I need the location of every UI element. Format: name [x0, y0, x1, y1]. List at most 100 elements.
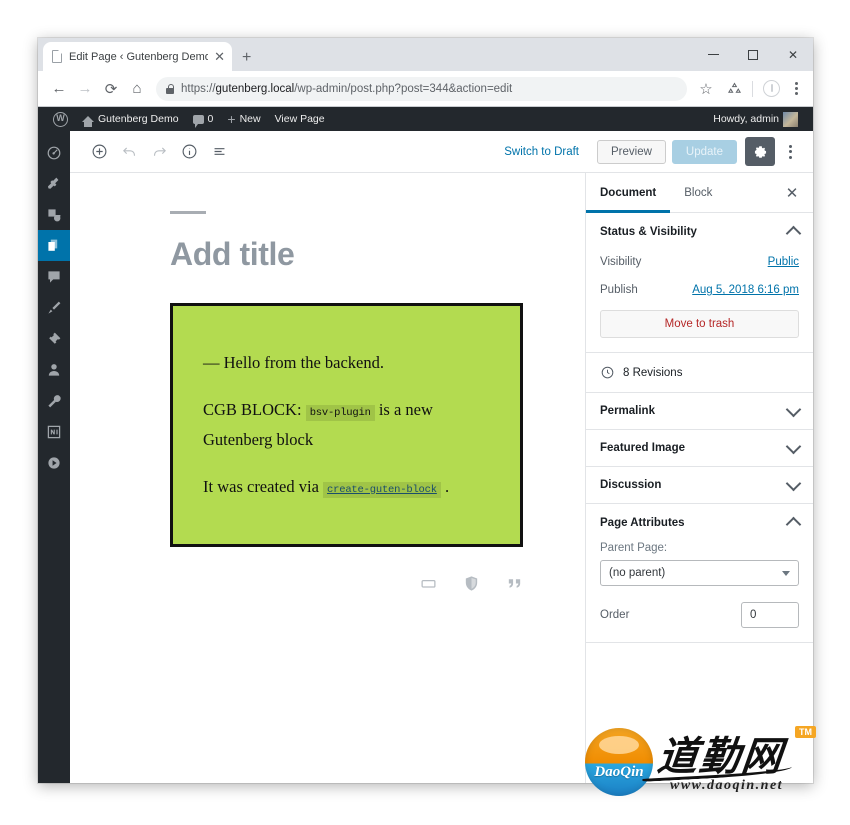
browser-tabstrip: Edit Page ‹ Gutenberg Demo — \ ✕ + ✕ [38, 38, 813, 71]
maximize-button[interactable] [733, 38, 773, 71]
parent-page-value: (no parent) [609, 567, 666, 579]
site-name-link[interactable]: Gutenberg Demo [75, 107, 186, 131]
panel-featured-image-header[interactable]: Featured Image [586, 430, 813, 466]
sidebar-item-plugins[interactable] [38, 323, 70, 354]
order-row: Order [600, 602, 799, 628]
sidebar-item-dashboard[interactable] [38, 137, 70, 168]
close-icon[interactable]: ✕ [214, 50, 225, 63]
parent-page-select[interactable]: (no parent) [600, 560, 799, 586]
sidebar-item-users[interactable] [38, 354, 70, 385]
sidebar-item-collapse[interactable] [38, 447, 70, 478]
wp-logo-menu[interactable] [46, 107, 75, 131]
settings-gear-icon[interactable] [745, 137, 775, 166]
howdy-label: Howdy, admin [713, 113, 779, 125]
clock-icon [601, 366, 614, 379]
address-bar[interactable]: https://gutenberg.local/wp-admin/post.ph… [156, 76, 687, 101]
paragraph-block-icon[interactable] [420, 575, 437, 597]
chevron-up-icon [785, 516, 802, 533]
shield-block-icon[interactable] [463, 575, 480, 597]
extension-icon[interactable] [721, 76, 747, 102]
revisions-link[interactable]: 8 Revisions [586, 353, 813, 392]
undo-icon[interactable] [114, 137, 144, 167]
settings-sidebar: Document Block ✕ Status & Visibility Vis… [585, 173, 813, 783]
sidebar-item-appearance[interactable] [38, 292, 70, 323]
quote-block-icon[interactable] [506, 575, 523, 597]
minimize-button[interactable] [693, 38, 733, 71]
update-button[interactable]: Update [671, 139, 737, 164]
move-to-trash-button[interactable]: Move to trash [600, 310, 799, 338]
more-menu-icon[interactable] [777, 137, 803, 167]
panel-title: Permalink [600, 405, 655, 417]
bookmark-star-icon[interactable]: ☆ [693, 76, 719, 102]
panel-title: Featured Image [600, 442, 685, 454]
visibility-row: Visibility Public [600, 251, 799, 279]
sidebar-item-tools[interactable] [38, 385, 70, 416]
lock-icon [166, 83, 174, 94]
tab-document[interactable]: Document [586, 173, 670, 213]
block-line-3: It was created via create-guten-block . [203, 472, 490, 503]
wp-admin-bar: Gutenberg Demo 0 + New View Page Howdy, … [38, 107, 813, 131]
panel-permalink: Permalink [586, 393, 813, 430]
close-sidebar-icon[interactable]: ✕ [775, 173, 809, 213]
block-type-icons [70, 547, 585, 597]
browser-menu-icon[interactable] [787, 82, 805, 95]
forward-icon[interactable]: → [72, 76, 98, 102]
new-tab-button[interactable]: + [242, 50, 251, 66]
sidebar-item-media[interactable] [38, 199, 70, 230]
panel-status-visibility: Status & Visibility Visibility Public Pu… [586, 213, 813, 353]
chevron-down-icon [785, 401, 802, 417]
back-icon[interactable]: ← [46, 76, 72, 102]
switch-to-draft-button[interactable]: Switch to Draft [492, 146, 591, 158]
line2-pre: CGB BLOCK: [203, 399, 306, 419]
publish-value[interactable]: Aug 5, 2018 6:16 pm [692, 284, 799, 296]
redo-icon[interactable] [144, 137, 174, 167]
wordpress-logo-icon [53, 111, 68, 127]
visibility-value[interactable]: Public [768, 256, 799, 268]
profile-icon[interactable] [763, 80, 780, 97]
site-name-label: Gutenberg Demo [98, 113, 179, 125]
comments-link[interactable]: 0 [186, 107, 221, 131]
inserter-plus-icon[interactable] [84, 137, 114, 167]
line3-pre: It was created via [203, 476, 324, 496]
reload-icon[interactable]: ⟳ [98, 76, 124, 102]
post-title-input[interactable]: Add title [170, 236, 523, 273]
inspector-tabs: Document Block ✕ [586, 173, 813, 213]
block-navigation-icon[interactable] [204, 137, 234, 167]
panel-permalink-header[interactable]: Permalink [586, 393, 813, 429]
panel-discussion-header[interactable]: Discussion [586, 467, 813, 503]
sidebar-item-comments[interactable] [38, 261, 70, 292]
info-icon[interactable] [174, 137, 204, 167]
close-window-button[interactable]: ✕ [773, 38, 813, 71]
editor-canvas: Add title — Hello from the backend. CGB … [70, 173, 585, 783]
line3-code-link[interactable]: create-guten-block [323, 481, 441, 498]
panel-featured-image: Featured Image [586, 430, 813, 467]
sidebar-item-posts[interactable] [38, 168, 70, 199]
line2-code: bsv-plugin [305, 404, 375, 421]
panel-page-attributes-header[interactable]: Page Attributes [586, 504, 813, 542]
order-label: Order [600, 609, 630, 621]
divider [752, 80, 753, 97]
page-icon [50, 50, 63, 63]
omnibox-actions: ☆ [693, 76, 805, 102]
panel-status-visibility-header[interactable]: Status & Visibility [586, 213, 813, 251]
new-content-link[interactable]: + New [220, 107, 267, 131]
browser-window: Edit Page ‹ Gutenberg Demo — \ ✕ + ✕ ← →… [38, 38, 813, 783]
browser-tab[interactable]: Edit Page ‹ Gutenberg Demo — \ ✕ [43, 42, 232, 71]
sidebar-item-pages[interactable] [38, 230, 70, 261]
home-icon[interactable]: ⌂ [124, 76, 150, 102]
order-input[interactable] [741, 602, 799, 628]
wp-body: Switch to Draft Preview Update Add title… [38, 131, 813, 783]
preview-button[interactable]: Preview [597, 139, 666, 164]
sidebar-item-settings[interactable] [38, 416, 70, 447]
tab-block[interactable]: Block [670, 173, 726, 213]
comment-bubble-icon [192, 114, 204, 128]
view-page-link[interactable]: View Page [268, 107, 332, 131]
title-divider [170, 211, 206, 214]
editor-toolbar: Switch to Draft Preview Update [70, 131, 813, 173]
account-menu[interactable]: Howdy, admin [706, 107, 805, 131]
custom-gutenberg-block[interactable]: — Hello from the backend. CGB BLOCK: bsv… [170, 303, 523, 548]
address-bar-url: https://gutenberg.local/wp-admin/post.ph… [181, 82, 513, 95]
panel-discussion: Discussion [586, 467, 813, 504]
parent-page-label: Parent Page: [600, 542, 668, 554]
tab-title: Edit Page ‹ Gutenberg Demo — \ [69, 50, 209, 63]
